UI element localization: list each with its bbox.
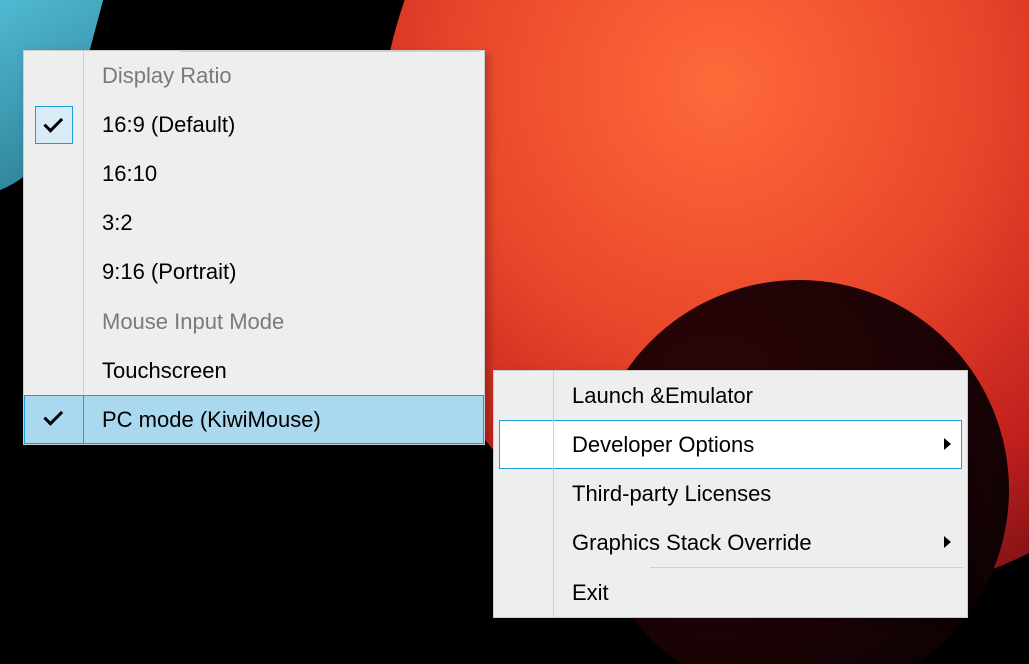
menu-item-third-party-licenses[interactable]: Third-party Licenses: [494, 469, 967, 518]
menu-item-launch-emulator[interactable]: Launch &Emulator: [494, 371, 967, 420]
menu-gutter: [24, 149, 84, 198]
menu-item-developer-options[interactable]: Developer Options: [494, 420, 967, 469]
menu-gutter: [24, 100, 84, 149]
section-header-mouse-input: Mouse Input Mode: [24, 297, 484, 346]
menu-item-graphics-stack-override[interactable]: Graphics Stack Override: [494, 518, 967, 567]
menu-item-label: Touchscreen: [84, 358, 484, 384]
developer-options-submenu: Display Ratio 16:9 (Default) 16:10 3:2 9…: [23, 50, 485, 445]
menu-item-label: Third-party Licenses: [554, 481, 927, 507]
menu-item-pc-mode[interactable]: PC mode (KiwiMouse): [24, 395, 484, 444]
menu-item-exit[interactable]: Exit: [494, 568, 967, 617]
menu-item-label: Launch &Emulator: [554, 383, 927, 409]
submenu-arrow-slot: [927, 535, 967, 551]
chevron-right-icon: [944, 438, 951, 450]
menu-item-label: 16:9 (Default): [84, 112, 484, 138]
menu-gutter: [24, 346, 84, 395]
submenu-arrow-slot: [927, 437, 967, 453]
menu-gutter: [494, 469, 554, 518]
section-label: Mouse Input Mode: [84, 309, 484, 335]
menu-item-label: Developer Options: [554, 432, 927, 458]
context-menu-main: Launch &Emulator Developer Options Third…: [493, 370, 968, 618]
menu-gutter: [24, 395, 84, 444]
menu-gutter: [494, 568, 554, 617]
desktop-wallpaper: Display Ratio 16:9 (Default) 16:10 3:2 9…: [0, 0, 1029, 664]
menu-item-ratio-3-2[interactable]: 3:2: [24, 198, 484, 247]
menu-item-label: PC mode (KiwiMouse): [84, 407, 484, 433]
menu-gutter: [24, 51, 84, 100]
menu-item-label: Exit: [554, 580, 927, 606]
check-icon: [43, 112, 63, 132]
menu-gutter: [24, 297, 84, 346]
checked-indicator: [35, 106, 73, 144]
menu-item-label: Graphics Stack Override: [554, 530, 927, 556]
menu-gutter: [24, 198, 84, 247]
menu-item-label: 9:16 (Portrait): [84, 259, 484, 285]
section-label: Display Ratio: [84, 63, 484, 89]
menu-item-ratio-16-10[interactable]: 16:10: [24, 149, 484, 198]
menu-gutter: [494, 371, 554, 420]
menu-item-touchscreen[interactable]: Touchscreen: [24, 346, 484, 395]
menu-gutter: [494, 420, 554, 469]
menu-gutter: [494, 518, 554, 567]
chevron-right-icon: [944, 536, 951, 548]
check-icon: [43, 405, 63, 425]
menu-item-ratio-16-9[interactable]: 16:9 (Default): [24, 100, 484, 149]
menu-item-ratio-9-16[interactable]: 9:16 (Portrait): [24, 247, 484, 296]
menu-gutter: [24, 247, 84, 296]
menu-item-label: 3:2: [84, 210, 484, 236]
menu-item-label: 16:10: [84, 161, 484, 187]
section-header-display-ratio: Display Ratio: [24, 51, 484, 100]
